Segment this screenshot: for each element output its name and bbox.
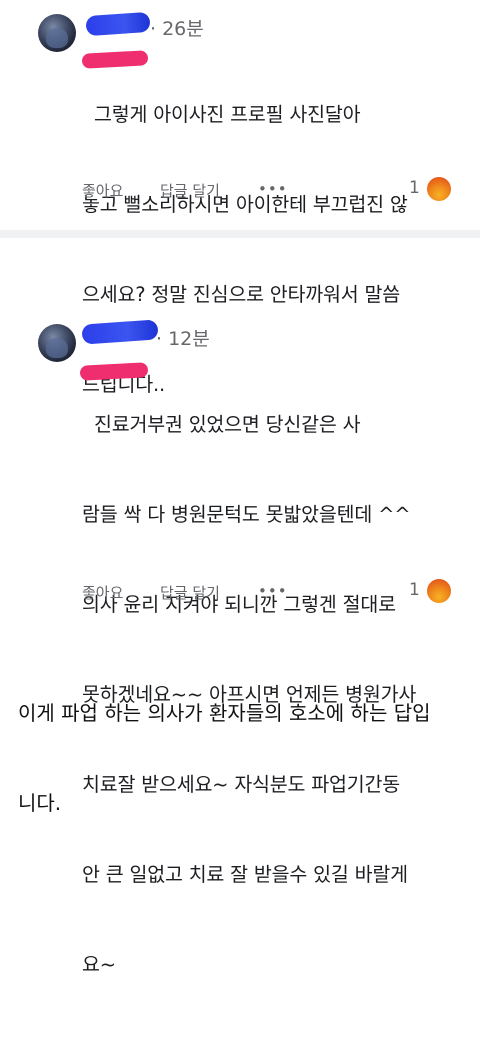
comment-1: · 26분 그렇게 아이사진 프로필 사진달아 놓고 뻘소리하시면 아이한테 부… [0,0,480,396]
comment-line: 으세요? 정말 진심으로 안타까워서 말씀 [82,283,400,306]
like-button[interactable]: 좋아요 [82,180,123,201]
comment-line: 진료거부권 있었으면 당신같은 사 [82,413,361,436]
reaction-count: 1 [409,580,420,600]
comment-actions: 좋아요 답글 달기 ••• [82,582,462,604]
more-options-icon[interactable]: ••• [258,180,288,198]
comment-2: · 12분 진료거부권 있었으면 당신같은 사 람들 싹 다 병원문턱도 못밟았… [0,310,480,976]
post-caption: 이게 파업 하는 의사가 환자들의 호소에 하는 답입 니다. [18,638,468,848]
comment-time: · 12분 [156,328,210,350]
avatar[interactable] [38,324,76,362]
comment-time: · 26분 [150,18,204,40]
reply-button[interactable]: 답글 달기 [160,180,220,201]
comment-line: 안 큰 일없고 치료 잘 받을수 있길 바랄게 [82,863,408,886]
comment-actions: 좋아요 답글 달기 ••• [82,180,462,202]
reaction-count: 1 [409,178,420,198]
caption-line: 니다. [18,791,62,815]
comment-line: 요~ [82,953,116,976]
more-options-icon[interactable]: ••• [258,582,288,600]
angry-reaction-icon[interactable] [427,579,451,603]
avatar[interactable] [38,14,76,52]
like-button[interactable]: 좋아요 [82,582,123,603]
angry-reaction-icon[interactable] [427,177,451,201]
comment-separator [0,230,480,238]
reply-button[interactable]: 답글 달기 [160,582,220,603]
comment-line: 람들 싹 다 병원문턱도 못밟았을텐데 ^^ [82,503,411,526]
redacted-username[interactable] [85,11,151,37]
caption-line: 이게 파업 하는 의사가 환자들의 호소에 하는 답입 [18,701,431,725]
comment-line: 그렇게 아이사진 프로필 사진달아 [82,103,361,126]
redacted-username[interactable] [81,319,159,345]
